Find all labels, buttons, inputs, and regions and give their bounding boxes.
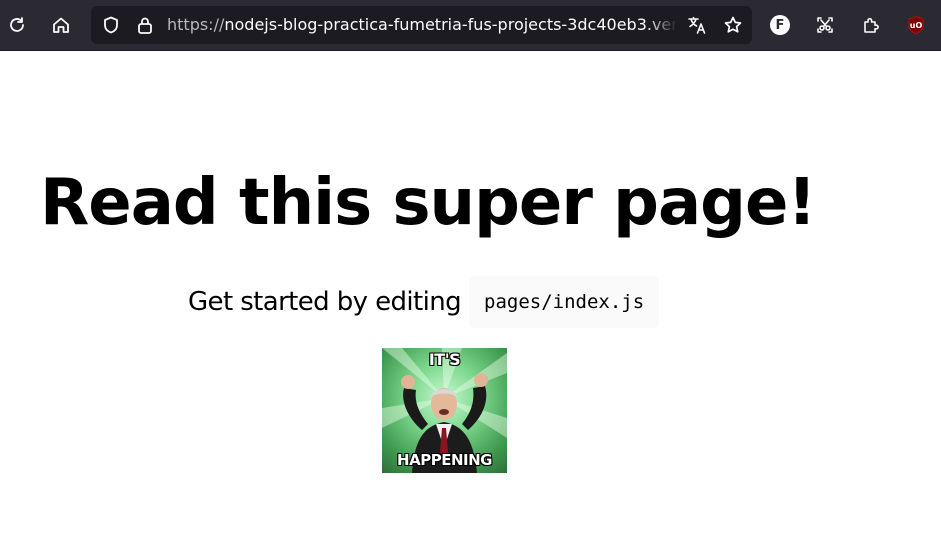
code-snippet: pages/index.js (469, 276, 660, 328)
extension-f-icon: F (770, 15, 790, 35)
url-text[interactable]: https://nodejs-blog-practica-fumetria-fu… (167, 14, 677, 36)
meme-image: IT'S HAPPENING (382, 348, 507, 473)
browser-toolbar: https://nodejs-blog-practica-fumetria-fu… (0, 0, 941, 51)
ublock-button[interactable]: uO (899, 7, 933, 43)
star-icon[interactable] (723, 15, 743, 35)
page-title: Read this super page! (40, 166, 817, 240)
home-button[interactable] (44, 7, 78, 43)
ublock-icon: uO (908, 15, 924, 35)
puzzle-icon (864, 17, 879, 33)
home-icon (53, 17, 69, 33)
url-host: nodejs-blog-practica-fumetria-fus-projec… (224, 15, 677, 34)
meme-caption-top: IT'S (428, 350, 461, 369)
reload-button[interactable] (0, 7, 34, 43)
meme-caption-bottom: HAPPENING (397, 451, 492, 469)
url-bar[interactable]: https://nodejs-blog-practica-fumetria-fu… (91, 6, 752, 44)
url-scheme: https:// (167, 15, 225, 34)
svg-text:uO: uO (910, 21, 923, 30)
lock-icon[interactable] (135, 15, 155, 35)
screenshot-button[interactable] (808, 7, 842, 43)
description-text: Get started by editing (188, 287, 462, 317)
translate-icon[interactable] (687, 15, 707, 35)
page-description: Get started by editing pages/index.js (188, 276, 660, 328)
extension-f-button[interactable]: F (763, 7, 797, 43)
extensions-button[interactable] (854, 7, 888, 43)
screenshot-icon (817, 17, 833, 33)
reload-icon (10, 17, 24, 32)
shield-icon[interactable] (101, 15, 121, 35)
